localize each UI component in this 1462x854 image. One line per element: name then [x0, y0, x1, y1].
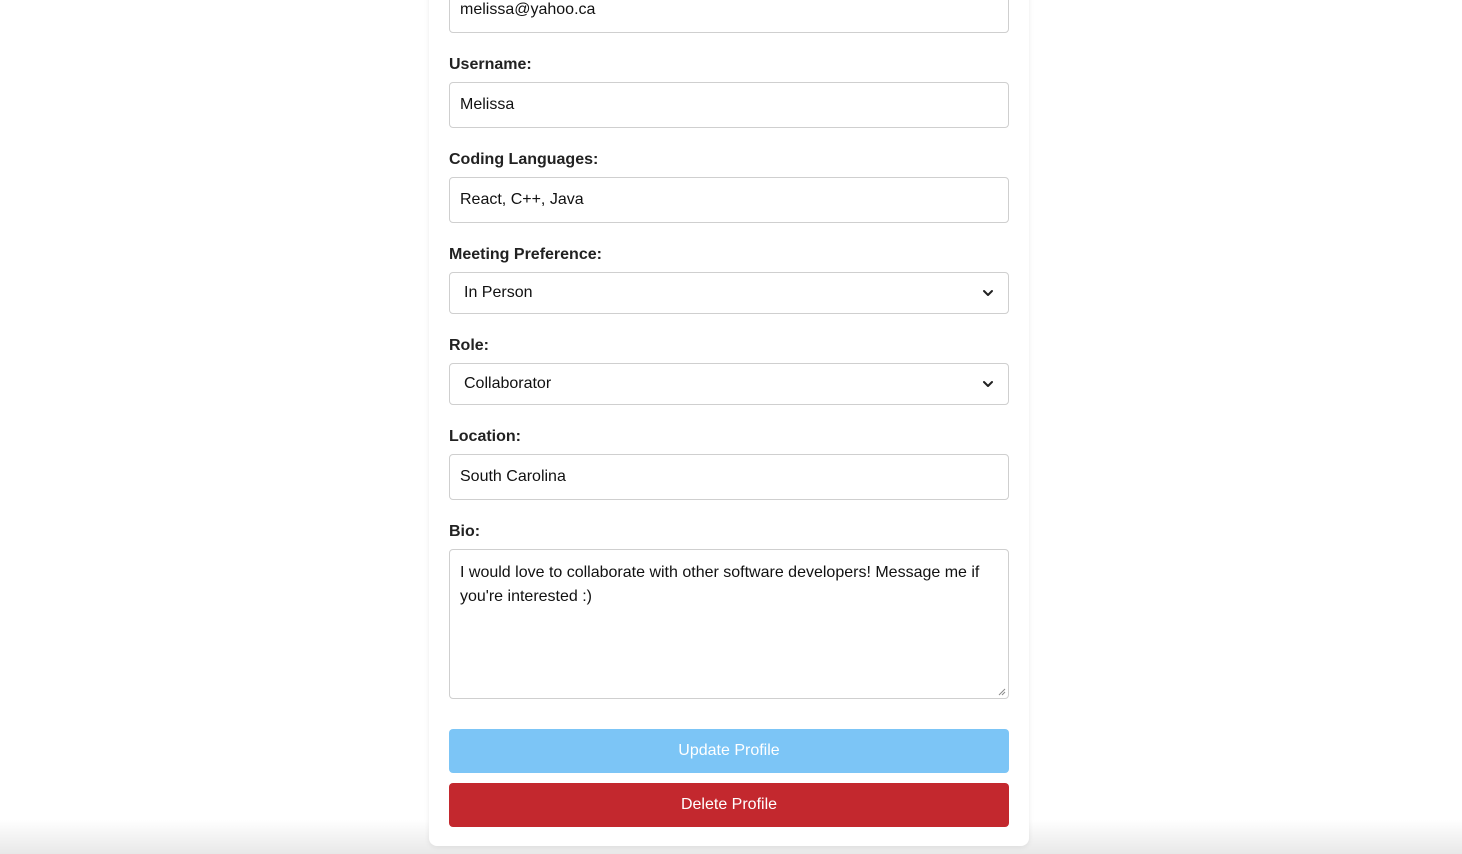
delete-profile-button[interactable]: Delete Profile	[449, 783, 1009, 827]
bio-label: Bio:	[449, 523, 481, 540]
location-field-value: South Carolina	[460, 468, 566, 485]
update-profile-button[interactable]: Update Profile	[449, 729, 1009, 773]
resize-handle-icon[interactable]	[998, 688, 1006, 696]
username-field-value: Melissa	[460, 96, 515, 113]
update-profile-button-label: Update Profile	[678, 742, 780, 759]
coding-languages-field-value: React, C++, Java	[460, 191, 584, 208]
role-select[interactable]: Collaborator	[449, 363, 1009, 405]
role-label: Role:	[449, 337, 489, 354]
coding-languages-label: Coding Languages:	[449, 151, 599, 168]
coding-languages-field[interactable]: React, C++, Java	[449, 177, 1009, 223]
email-field-value: melissa@yahoo.ca	[460, 1, 596, 18]
location-label: Location:	[449, 428, 521, 445]
delete-profile-button-label: Delete Profile	[680, 796, 778, 813]
username-field[interactable]: Melissa	[449, 82, 1009, 128]
bio-textarea[interactable]: I would love to collaborate with other s…	[449, 549, 1009, 699]
meeting-preference-label: Meeting Preference:	[449, 246, 602, 263]
chevron-down-icon	[983, 290, 993, 296]
chevron-down-icon	[983, 381, 993, 387]
meeting-preference-selected-value: In Person	[464, 284, 533, 301]
role-selected-value: Collaborator	[464, 375, 552, 392]
bio-textarea-value: I would love to collaborate with other s…	[460, 564, 980, 605]
location-field[interactable]: South Carolina	[449, 454, 1009, 500]
username-label: Username:	[449, 56, 532, 73]
meeting-preference-select[interactable]: In Person	[449, 272, 1009, 314]
email-field[interactable]: melissa@yahoo.ca	[449, 0, 1009, 33]
